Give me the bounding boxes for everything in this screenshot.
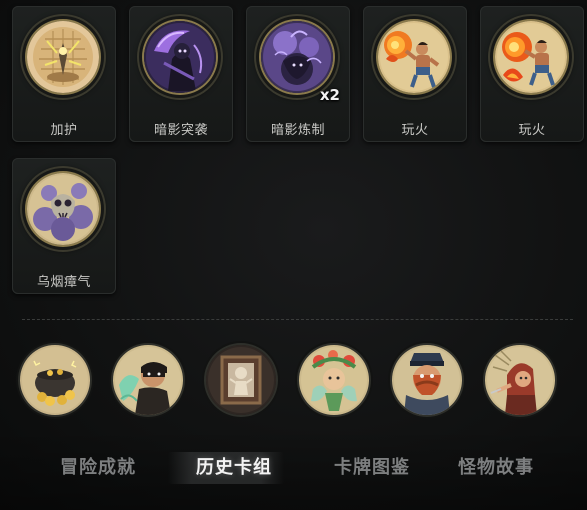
- smoke-skull-icon: [27, 173, 99, 245]
- card-medal: [373, 16, 455, 98]
- tab-card-compendium[interactable]: 卡牌图鉴: [334, 452, 410, 484]
- masked-thief-icon[interactable]: [113, 345, 183, 415]
- bottom-tab-bar: 冒险成就 历史卡组 卡牌图鉴 怪物故事: [0, 428, 587, 510]
- card-slot[interactable]: 加护: [12, 6, 116, 142]
- card-slot[interactable]: 乌烟瘴气: [12, 158, 116, 294]
- fire-brawler-icon: [495, 21, 567, 93]
- card-name: 暗影炼制: [270, 123, 325, 138]
- card-name: 玩火: [401, 123, 429, 138]
- card-slot[interactable]: 玩火: [480, 6, 584, 142]
- golden-shield-aura-icon: [27, 21, 99, 93]
- card-medal: [139, 16, 221, 98]
- hooded-rogue-icon[interactable]: [485, 345, 555, 415]
- card-medal: [22, 168, 104, 250]
- card-count-badge: x2: [319, 86, 340, 104]
- mustached-officer-icon[interactable]: [392, 345, 462, 415]
- card-slot[interactable]: x2 暗影炼制: [246, 6, 350, 142]
- card-slot[interactable]: 玩火: [363, 6, 467, 142]
- flower-dryad-icon[interactable]: [299, 345, 369, 415]
- treasure-cauldron-icon[interactable]: [20, 345, 90, 415]
- tab-adventure-achievements[interactable]: 冒险成就: [60, 452, 136, 484]
- card-medal: [22, 16, 104, 98]
- card-name: 暗影突袭: [153, 123, 208, 138]
- tab-history-deck[interactable]: 历史卡组: [196, 452, 272, 484]
- history-deck-screen: 加护 暗影突袭 x2 暗影炼制 玩火 玩火 乌烟瘴气 冒险成就 历史卡组 卡牌图…: [0, 0, 587, 510]
- tab-monster-stories[interactable]: 怪物故事: [458, 452, 534, 484]
- shadow-reaper-icon: [144, 21, 216, 93]
- card-medal: [490, 16, 572, 98]
- card-name: 乌烟瘴气: [36, 275, 91, 290]
- card-name: 玩火: [518, 123, 546, 138]
- section-divider: [22, 319, 573, 320]
- shadow-forge-icon: [261, 21, 333, 93]
- card-slot[interactable]: 暗影突袭: [129, 6, 233, 142]
- framed-portrait-icon[interactable]: [206, 345, 276, 415]
- fire-brawler-icon: [378, 21, 450, 93]
- card-name: 加护: [50, 123, 78, 138]
